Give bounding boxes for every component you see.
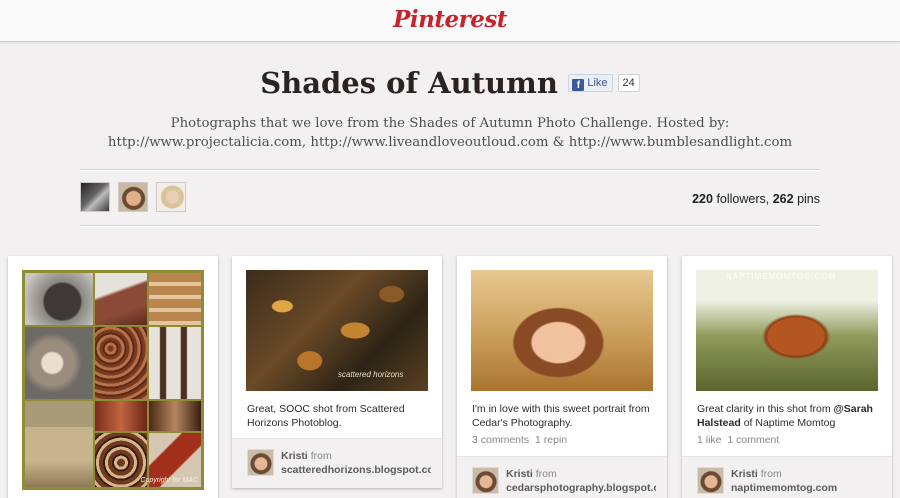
collage-tile [149, 327, 201, 399]
pin-stats: 1 like 1 comment [697, 434, 779, 446]
like-label: Like [587, 76, 608, 89]
like-count: 24 [617, 73, 640, 92]
collage-tile [149, 273, 201, 325]
facebook-icon: f [572, 78, 585, 91]
board-description: Photographs that we love from the Shades… [107, 116, 793, 150]
autumn-collage-image[interactable]: Copyright for MAC [22, 270, 204, 490]
from-label: from [535, 468, 557, 480]
image-watermark: scattered horizons [338, 370, 404, 379]
collage-tile [25, 327, 93, 399]
pins-count: 262 [772, 192, 794, 206]
pinner-name[interactable]: Kristi [506, 468, 533, 480]
pin-description: Great clarity in this shot from @Sarah H… [697, 402, 879, 430]
pinterest-logo[interactable]: Pinterest [393, 6, 507, 33]
user-avatar[interactable] [697, 467, 724, 494]
from-label: from [760, 468, 782, 480]
followers-label: followers, [716, 192, 770, 206]
description-text: Great clarity in this shot from [697, 403, 834, 415]
user-avatar[interactable] [247, 449, 274, 476]
autumn-leaves-image[interactable]: scattered horizons [246, 270, 428, 391]
board-stats: 220 followers, 262 pins [692, 192, 820, 206]
pin-card[interactable]: scattered horizons Great, SOOC shot from… [232, 256, 442, 488]
collage-tile [95, 327, 147, 399]
likes-count[interactable]: 1 like [697, 434, 722, 446]
collage-tile [25, 401, 93, 487]
top-bar: Pinterest [0, 0, 900, 42]
pin-card[interactable]: NAPTIMEMOMTOG.COM Great clarity in this … [682, 256, 892, 498]
collaborator-avatar[interactable] [80, 182, 110, 212]
description-text: of Naptime Momtog [740, 417, 836, 429]
pinner-line: Kristi from [281, 450, 332, 462]
pinner-line: Kristi from [731, 468, 782, 480]
collaborator-avatar[interactable] [156, 182, 186, 212]
user-avatar[interactable] [472, 467, 499, 494]
facebook-like-button[interactable]: f Like [568, 73, 613, 92]
divider [80, 225, 820, 227]
divider [80, 169, 820, 171]
pinner-line: Kristi from [506, 468, 557, 480]
collage-tile [95, 433, 147, 487]
pin-description: I'm in love with this sweet portrait fro… [472, 403, 650, 429]
image-watermark: NAPTIMEMOMTOG.COM [726, 272, 837, 281]
pin-stats: 3 comments 1 repin [472, 434, 567, 446]
pin-attribution: Kristi from scatteredhorizons.blogspot.c… [232, 438, 442, 488]
board-title: Shades of Autumn [260, 66, 558, 100]
collaborator-avatar[interactable] [118, 182, 148, 212]
collage-tile [95, 273, 147, 325]
collage-tile [95, 401, 147, 431]
comments-count[interactable]: 3 comments [472, 434, 529, 446]
facebook-like-widget: f Like 24 [568, 73, 640, 92]
pinner-name[interactable]: Kristi [731, 468, 758, 480]
source-link[interactable]: cedarsphotography.blogspot.com [506, 482, 656, 494]
pin-attribution: Kristi from cedarsphotography.blogspot.c… [457, 456, 667, 498]
pins-label: pins [797, 192, 820, 206]
from-label: from [310, 450, 332, 462]
collage-tile [149, 401, 201, 431]
board-title-row: Shades of Autumn f Like 24 [0, 66, 900, 100]
pinner-name[interactable]: Kristi [281, 450, 308, 462]
repins-count[interactable]: 1 repin [535, 434, 567, 446]
collage-tile [25, 273, 93, 325]
image-watermark: Copyright for MAC [140, 477, 198, 484]
source-link[interactable]: scatteredhorizons.blogspot.com [281, 464, 431, 476]
followers-count[interactable]: 220 [692, 192, 713, 206]
dried-leaf-image[interactable]: NAPTIMEMOMTOG.COM [696, 270, 878, 391]
pin-card[interactable]: I'm in love with this sweet portrait fro… [457, 256, 667, 498]
pin-card[interactable]: Copyright for MAC [8, 256, 218, 498]
source-link[interactable]: naptimemomtog.com [731, 482, 881, 494]
pin-description: Great, SOOC shot from Scattered Horizons… [247, 403, 405, 429]
smiling-girl-image[interactable] [471, 270, 653, 391]
comments-count[interactable]: 1 comment [727, 434, 779, 446]
pin-attribution: Kristi from naptimemomtog.com [682, 456, 892, 498]
